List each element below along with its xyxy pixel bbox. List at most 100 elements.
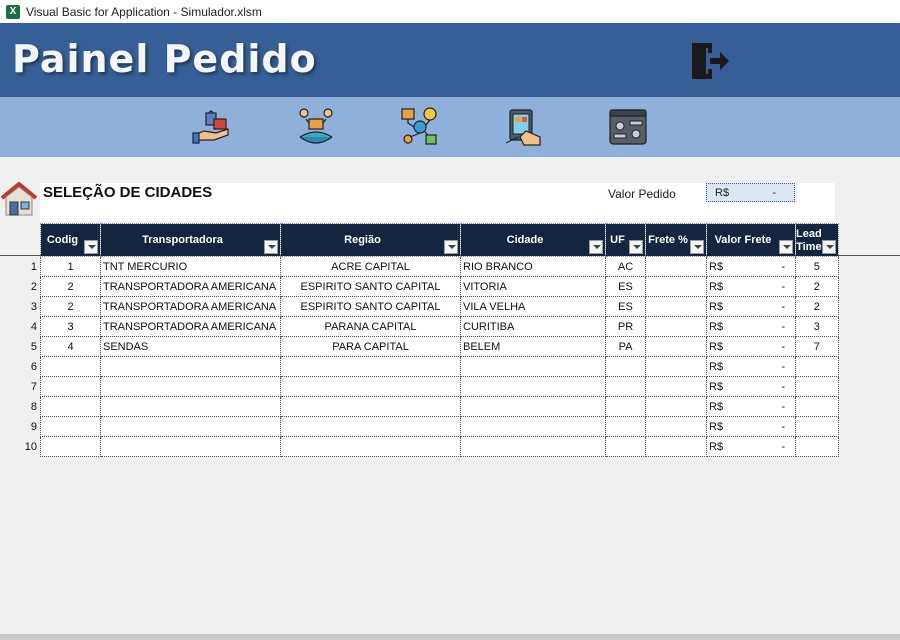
cell-frete[interactable] xyxy=(645,376,707,397)
cell-codigo[interactable] xyxy=(40,436,101,457)
cell-cidade[interactable] xyxy=(460,356,606,377)
table-row[interactable]: 2 TRANSPORTADORA AMERICANA ESPIRITO SANTO … xyxy=(40,296,839,317)
filter-dropdown-button[interactable] xyxy=(629,240,643,254)
filter-dropdown-button[interactable] xyxy=(690,240,704,254)
cell-valor-frete[interactable]: R$ - xyxy=(706,376,796,397)
valor-pedido-field[interactable]: R$ - xyxy=(706,183,795,202)
cell-valor-frete[interactable]: R$ - xyxy=(706,336,796,357)
cell-transportadora[interactable] xyxy=(100,396,281,417)
cell-lead-time[interactable] xyxy=(795,356,839,377)
cell-codigo[interactable]: 1 xyxy=(40,256,101,277)
cell-cidade[interactable]: RIO BRANCO xyxy=(460,256,606,277)
cell-valor-frete[interactable]: R$ - xyxy=(706,316,796,337)
cell-uf[interactable]: PR xyxy=(605,316,646,337)
cell-lead-time[interactable] xyxy=(795,376,839,397)
filter-dropdown-button[interactable] xyxy=(264,240,278,254)
cell-codigo[interactable]: 2 xyxy=(40,296,101,317)
cell-transportadora[interactable] xyxy=(100,436,281,457)
table-row[interactable]: R$ - xyxy=(40,416,839,437)
cell-codigo[interactable] xyxy=(40,376,101,397)
cell-regiao[interactable]: ESPIRITO SANTO CAPITAL xyxy=(280,276,461,297)
table-row[interactable]: 4 SENDAS PARA CAPITAL BELEM PA R$ -7 xyxy=(40,336,839,357)
cell-regiao[interactable]: PARA CAPITAL xyxy=(280,336,461,357)
cell-cidade[interactable]: BELEM xyxy=(460,336,606,357)
cell-uf[interactable]: ES xyxy=(605,296,646,317)
cell-regiao[interactable]: ESPIRITO SANTO CAPITAL xyxy=(280,296,461,317)
cell-uf[interactable]: ES xyxy=(605,276,646,297)
cell-regiao[interactable]: PARANA CAPITAL xyxy=(280,316,461,337)
exit-button[interactable] xyxy=(688,40,732,82)
cell-frete[interactable] xyxy=(645,336,707,357)
cell-frete[interactable] xyxy=(645,396,707,417)
cell-regiao[interactable] xyxy=(280,356,461,377)
toolbar-button-control-panel[interactable] xyxy=(608,107,648,147)
cell-codigo[interactable]: 2 xyxy=(40,276,101,297)
cell-uf[interactable] xyxy=(605,396,646,417)
cell-cidade[interactable]: VITORIA xyxy=(460,276,606,297)
cell-transportadora[interactable]: TRANSPORTADORA AMERICANA xyxy=(100,276,281,297)
cell-valor-frete[interactable]: R$ - xyxy=(706,396,796,417)
cell-cidade[interactable] xyxy=(460,436,606,457)
cell-cidade[interactable] xyxy=(460,376,606,397)
cell-lead-time[interactable]: 2 xyxy=(795,276,839,297)
toolbar-button-order-delivery[interactable] xyxy=(192,107,232,147)
table-row[interactable]: R$ - xyxy=(40,436,839,457)
cell-regiao[interactable]: ACRE CAPITAL xyxy=(280,256,461,277)
cell-frete[interactable] xyxy=(645,356,707,377)
cell-lead-time[interactable]: 3 xyxy=(795,316,839,337)
cell-frete[interactable] xyxy=(645,436,707,457)
table-row[interactable]: 2 TRANSPORTADORA AMERICANA ESPIRITO SANTO … xyxy=(40,276,839,297)
cell-codigo[interactable] xyxy=(40,396,101,417)
cell-valor-frete[interactable]: R$ - xyxy=(706,436,796,457)
cell-cidade[interactable]: CURITIBA xyxy=(460,316,606,337)
cell-lead-time[interactable] xyxy=(795,436,839,457)
filter-dropdown-button[interactable] xyxy=(84,240,98,254)
cell-lead-time[interactable]: 7 xyxy=(795,336,839,357)
table-row[interactable]: R$ - xyxy=(40,356,839,377)
cell-frete[interactable] xyxy=(645,316,707,337)
table-row[interactable]: 1 TNT MERCURIO ACRE CAPITAL RIO BRANCO AC R$ -… xyxy=(40,256,839,277)
cell-transportadora[interactable] xyxy=(100,356,281,377)
cell-codigo[interactable]: 3 xyxy=(40,316,101,337)
table-row[interactable]: 3 TRANSPORTADORA AMERICANA PARANA CAPITAL C… xyxy=(40,316,839,337)
cell-valor-frete[interactable]: R$ - xyxy=(706,296,796,317)
cell-uf[interactable] xyxy=(605,436,646,457)
filter-dropdown-button[interactable] xyxy=(444,240,458,254)
cell-uf[interactable] xyxy=(605,376,646,397)
filter-dropdown-button[interactable] xyxy=(821,240,836,254)
cell-regiao[interactable] xyxy=(280,396,461,417)
cell-codigo[interactable] xyxy=(40,416,101,437)
cell-uf[interactable]: AC xyxy=(605,256,646,277)
cell-codigo[interactable]: 4 xyxy=(40,336,101,357)
filter-dropdown-button[interactable] xyxy=(779,240,793,254)
cell-regiao[interactable] xyxy=(280,416,461,437)
cell-valor-frete[interactable]: R$ - xyxy=(706,276,796,297)
toolbar-button-distribution-network[interactable] xyxy=(296,107,336,147)
toolbar-button-tablet-order[interactable] xyxy=(504,107,544,147)
cell-transportadora[interactable] xyxy=(100,416,281,437)
cell-frete[interactable] xyxy=(645,276,707,297)
cell-transportadora[interactable] xyxy=(100,376,281,397)
cell-cidade[interactable] xyxy=(460,396,606,417)
cell-transportadora[interactable]: SENDAS xyxy=(100,336,281,357)
home-button[interactable] xyxy=(0,180,38,218)
cell-transportadora[interactable]: TRANSPORTADORA AMERICANA xyxy=(100,316,281,337)
cell-frete[interactable] xyxy=(645,296,707,317)
cell-valor-frete[interactable]: R$ - xyxy=(706,256,796,277)
cell-uf[interactable]: PA xyxy=(605,336,646,357)
cell-lead-time[interactable] xyxy=(795,416,839,437)
cell-frete[interactable] xyxy=(645,416,707,437)
cell-cidade[interactable] xyxy=(460,416,606,437)
cell-regiao[interactable] xyxy=(280,436,461,457)
cell-regiao[interactable] xyxy=(280,376,461,397)
cell-lead-time[interactable] xyxy=(795,396,839,417)
cell-uf[interactable] xyxy=(605,416,646,437)
cell-lead-time[interactable]: 2 xyxy=(795,296,839,317)
cell-frete[interactable] xyxy=(645,256,707,277)
cell-transportadora[interactable]: TNT MERCURIO xyxy=(100,256,281,277)
toolbar-button-logistics-flow[interactable] xyxy=(400,107,440,147)
cell-codigo[interactable] xyxy=(40,356,101,377)
table-row[interactable]: R$ - xyxy=(40,396,839,417)
cell-transportadora[interactable]: TRANSPORTADORA AMERICANA xyxy=(100,296,281,317)
cell-valor-frete[interactable]: R$ - xyxy=(706,416,796,437)
